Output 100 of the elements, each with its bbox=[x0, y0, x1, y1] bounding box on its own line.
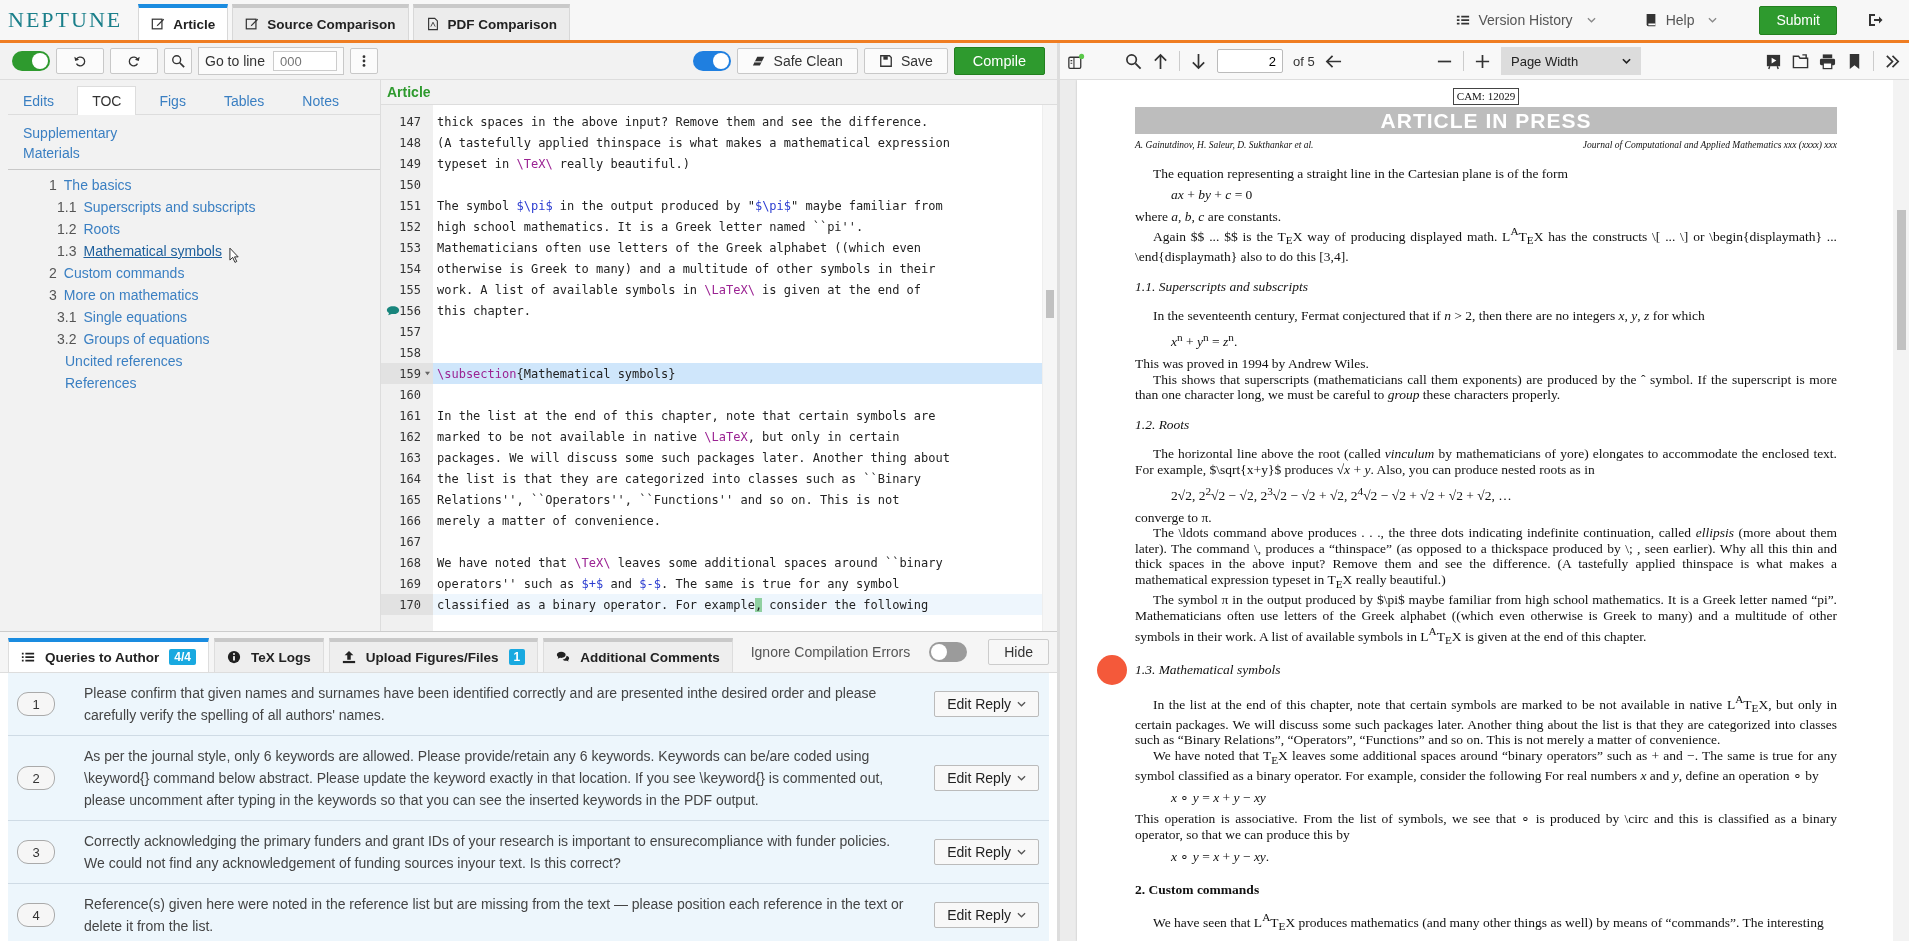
line-number: 166 bbox=[399, 513, 421, 528]
upload-icon bbox=[341, 650, 356, 664]
line-number: 152 bbox=[399, 219, 421, 234]
dropdown-menu[interactable]: Help bbox=[1637, 0, 1724, 40]
toc-link[interactable]: The basics bbox=[63, 177, 132, 193]
toggle-switch[interactable] bbox=[692, 51, 731, 71]
edit-reply-button[interactable]: Edit Reply bbox=[934, 691, 1039, 717]
line-number: 150 bbox=[399, 177, 421, 192]
paragraph: The symbol π in the output produced by $\pi$ maybe familiar from high school mathematics. It is a Greek letter named “pi”. Mathematicians often use letters of the Greek alphabet ((which even otherwise is Greek to many) and a multitude of other symbols in their work. A list of available symbols in L$^{A}$T$_{E}$X is given at the end of this chapter. bbox=[1135, 592, 1837, 648]
folder-icon[interactable] bbox=[1792, 52, 1809, 70]
section-heading: 2. Custom commands bbox=[1135, 882, 1260, 898]
toc-link[interactable]: Supplementary Materials bbox=[23, 123, 133, 163]
more-options-button[interactable] bbox=[349, 48, 378, 74]
code-line: thick spaces in the above input? Remove them and see the difference. bbox=[436, 114, 929, 129]
panel-tab[interactable]: Notes bbox=[287, 86, 354, 114]
zoom-in-icon[interactable] bbox=[1474, 52, 1491, 70]
undo-button[interactable] bbox=[56, 48, 104, 74]
code-line: typeset in \TeX\ really beautiful.) bbox=[436, 156, 690, 171]
panel-tab[interactable]: TeX Logs bbox=[213, 638, 324, 672]
toc-link[interactable]: More on mathematics bbox=[63, 287, 199, 303]
line-number: 147 bbox=[399, 114, 421, 129]
search-button[interactable] bbox=[164, 48, 192, 74]
redo-button[interactable] bbox=[110, 48, 158, 74]
line-number: 164 bbox=[399, 471, 421, 486]
code-line: operators'' such as $+$ and $-$. The same is true for any symbol bbox=[436, 576, 900, 591]
panel-tab[interactable]: Queries to Author 4/4 bbox=[8, 638, 209, 672]
toggle-switch[interactable] bbox=[12, 51, 50, 71]
line-number: 153 bbox=[399, 240, 421, 255]
panel-tab[interactable]: TOC bbox=[77, 86, 137, 115]
search-icon[interactable] bbox=[1125, 52, 1142, 70]
query-number: 1 bbox=[17, 692, 55, 716]
toc-link[interactable]: Superscripts and subscripts bbox=[83, 199, 256, 215]
double-chevron-icon[interactable] bbox=[1884, 52, 1901, 70]
code-line: marked to be not available in native \LaTeX, but only in certain bbox=[436, 429, 900, 444]
document-tab[interactable]: PDF Comparison bbox=[412, 4, 571, 40]
comment-marker-icon[interactable] bbox=[1097, 655, 1127, 686]
edit-reply-button[interactable]: Edit Reply bbox=[934, 765, 1039, 791]
redo-icon bbox=[127, 54, 141, 68]
document-tab[interactable]: Article bbox=[138, 4, 229, 40]
query-text: As per the journal style, only 6 keywords are allowed. Please provide/retain any 6 keywords. Keywords can be/are coded using \keyword{} command below abstract. Please update the keyword exactly in that location. If you see \keyword{} is commented out, please uncomment after typing in the keywords so that you can see the inserted keywords in the PDF output. bbox=[84, 747, 885, 810]
compile-button[interactable]: Compile bbox=[953, 47, 1045, 75]
caret-icon bbox=[1708, 17, 1718, 23]
list-icon bbox=[21, 650, 35, 664]
zoom-dropdown[interactable]: Page Width bbox=[1501, 47, 1641, 75]
logout-icon[interactable] bbox=[1867, 12, 1883, 28]
hide-button[interactable]: Hide bbox=[988, 639, 1049, 665]
section-number: 3.1 bbox=[57, 309, 77, 325]
panel-tab[interactable]: Tables bbox=[208, 86, 280, 114]
line-number: 159 bbox=[399, 366, 421, 381]
query-number: 3 bbox=[17, 840, 55, 864]
code-line: (A tastefully applied thinspace is what makes a mathematical expression bbox=[436, 135, 950, 150]
submit-button[interactable]: Submit bbox=[1759, 5, 1837, 35]
scrollbar[interactable] bbox=[1893, 80, 1909, 941]
code-line: merely a matter of convenience. bbox=[436, 513, 661, 528]
panel-tab[interactable]: Figs bbox=[144, 86, 201, 114]
save-button[interactable]: Save bbox=[863, 48, 948, 74]
toc-link[interactable]: Mathematical symbols bbox=[83, 243, 222, 259]
edit-reply-button[interactable]: Edit Reply bbox=[934, 839, 1039, 865]
safe-clean-button[interactable]: Safe Clean bbox=[736, 48, 858, 74]
tab-label: TeX Logs bbox=[250, 649, 311, 665]
toc-link[interactable]: Roots bbox=[83, 221, 121, 237]
query-text: Please confirm that given names and surnames have been identified correctly and are presented inthe desired order and please carefully verify the spelling of all authors' names. bbox=[84, 684, 878, 725]
caret-icon bbox=[1586, 17, 1596, 23]
caret-icon bbox=[1017, 849, 1026, 855]
code-line: high school mathematics. It is a Greek letter named ``pi''. bbox=[436, 219, 864, 234]
mouse-pointer-icon bbox=[228, 246, 240, 264]
page-number-field[interactable]: 2 bbox=[1217, 49, 1283, 73]
panel-tab[interactable]: Upload Figures/Files 1 bbox=[328, 638, 539, 672]
edit-reply-button[interactable]: Edit Reply bbox=[934, 902, 1039, 928]
panel-tab[interactable]: Edits bbox=[8, 86, 70, 114]
print-icon[interactable] bbox=[1819, 52, 1836, 70]
dropdown-menu[interactable]: Version History bbox=[1450, 0, 1602, 40]
line-number-field[interactable]: 000 bbox=[272, 51, 337, 71]
up-arrow-icon[interactable] bbox=[1152, 52, 1169, 70]
sidebar-toggle-icon[interactable] bbox=[1068, 52, 1085, 70]
toggle-switch[interactable] bbox=[929, 642, 968, 662]
toc-link[interactable]: References bbox=[65, 375, 137, 391]
document-tab[interactable]: Source Comparison bbox=[232, 4, 409, 40]
paragraph: We have seen that L$^{A}$T$_{E}$X produces mathematics (and many other things as well) by means of “commands”. The interesting bbox=[1152, 909, 1825, 934]
toc-link[interactable]: Uncited references bbox=[65, 353, 183, 369]
scrollbar[interactable] bbox=[1042, 105, 1057, 631]
toc-link[interactable]: Custom commands bbox=[63, 265, 185, 281]
ignore-errors-label: Ignore Compilation Errors bbox=[750, 644, 911, 660]
line-number: 167 bbox=[399, 534, 421, 549]
edit-icon bbox=[151, 17, 166, 31]
presentation-icon[interactable] bbox=[1765, 52, 1782, 70]
query-number: 2 bbox=[17, 766, 55, 790]
paragraph: Again $$ ... $$ is the T$_{E}$X way of producing displayed math. L$^{A}$T$_{E}$X has the constructs \[ ... \] or \begin{displaymath} ... \end{displaymath} also to do this [3,4]. bbox=[1135, 224, 1837, 265]
down-arrow-icon[interactable] bbox=[1190, 52, 1207, 70]
code-line: this chapter. bbox=[436, 303, 531, 318]
equation: x ∘ y = x + y − xy bbox=[1171, 789, 1266, 805]
tab-label: Queries to Author bbox=[45, 649, 160, 665]
fold-arrow-icon[interactable] bbox=[424, 371, 431, 376]
comment-icon[interactable] bbox=[386, 305, 400, 316]
section-number: 3.2 bbox=[57, 331, 77, 347]
line-number: 169 bbox=[399, 576, 421, 591]
toc-link[interactable]: Groups of equations bbox=[83, 331, 210, 347]
toc-link[interactable]: Single equations bbox=[83, 309, 187, 325]
eraser-icon bbox=[751, 54, 766, 68]
panel-tab[interactable]: Additional Comments bbox=[543, 638, 733, 672]
